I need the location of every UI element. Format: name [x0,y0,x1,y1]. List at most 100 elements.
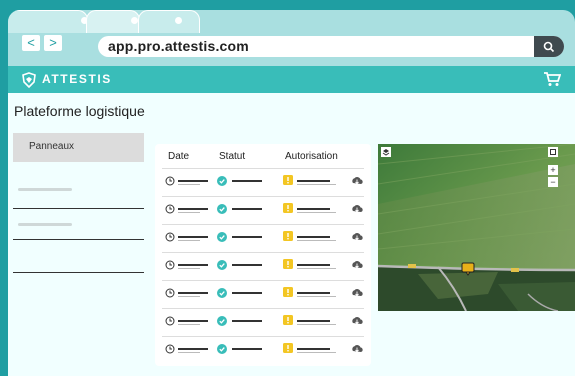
authorization-subline [297,240,336,241]
authorization-subline [297,296,336,297]
shipments-table: Date Statut Autorisation [155,144,371,366]
status-ok-icon [217,288,227,298]
status-placeholder[interactable] [232,208,262,210]
url-search-button[interactable] [534,36,564,57]
table-row-divider [162,308,364,309]
table-row-divider [162,280,364,281]
warning-icon [283,203,293,213]
clock-icon [165,176,175,186]
warning-icon [283,259,293,269]
table-row-divider [162,168,364,169]
browser-window: < > app.pro.attestis.com ATTESTIS Platef… [8,10,575,376]
map-zoom-in-button[interactable]: + [548,165,558,175]
column-header-status[interactable]: Statut [219,151,245,162]
app-header: ATTESTIS [8,66,575,93]
authorization-subline [297,352,336,353]
clock-icon [165,260,175,270]
date-placeholder[interactable] [178,348,208,350]
status-placeholder[interactable] [232,348,262,350]
table-row-divider [162,224,364,225]
address-bar[interactable]: app.pro.attestis.com [98,36,564,57]
status-placeholder[interactable] [232,180,262,182]
column-header-date[interactable]: Date [168,151,189,162]
authorization-subline [297,268,336,269]
download-icon[interactable] [351,232,363,242]
status-placeholder[interactable] [232,320,262,322]
authorization-subline [297,184,336,185]
map-marker-icon[interactable] [461,262,475,276]
date-placeholder[interactable] [178,208,208,210]
map-fullscreen-button[interactable] [548,147,558,157]
date-subline [178,268,200,269]
tab-dot [131,17,138,24]
authorization-placeholder[interactable] [297,348,330,350]
date-placeholder[interactable] [178,236,208,238]
authorization-placeholder[interactable] [297,236,330,238]
back-button[interactable]: < [22,35,40,51]
layers-icon [382,149,390,156]
warning-icon [283,287,293,297]
satellite-map[interactable]: + − [378,144,575,311]
status-placeholder[interactable] [232,292,262,294]
url-text: app.pro.attestis.com [108,38,249,54]
fullscreen-icon [550,149,556,155]
download-icon[interactable] [351,204,363,214]
status-ok-icon [217,232,227,242]
date-subline [178,184,200,185]
map-imagery [378,144,575,311]
authorization-placeholder[interactable] [297,180,330,182]
tab-dot [175,17,182,24]
date-subline [178,212,200,213]
sidebar-divider [13,208,144,209]
status-ok-icon [217,204,227,214]
sidebar-divider [13,239,144,240]
download-icon[interactable] [351,344,363,354]
sidebar-item-panneaux[interactable]: Panneaux [13,133,144,162]
browser-frame: < > app.pro.attestis.com ATTESTIS Platef… [0,0,575,376]
map-zoom-out-button[interactable]: − [548,177,558,187]
authorization-placeholder[interactable] [297,264,330,266]
date-subline [178,352,200,353]
date-placeholder[interactable] [178,264,208,266]
sidebar-item-placeholder[interactable] [18,188,72,191]
date-placeholder[interactable] [178,180,208,182]
sidebar-item-label: Panneaux [29,141,75,152]
status-placeholder[interactable] [232,236,262,238]
download-icon[interactable] [351,176,363,186]
download-icon[interactable] [351,316,363,326]
browser-tab-3[interactable] [138,10,200,33]
browser-tab-1[interactable] [8,10,88,33]
warning-icon [283,343,293,353]
search-icon [543,41,555,53]
status-ok-icon [217,344,227,354]
table-row-divider [162,336,364,337]
authorization-placeholder[interactable] [297,320,330,322]
download-icon[interactable] [351,260,363,270]
table-row-divider [162,196,364,197]
forward-button[interactable]: > [44,35,62,51]
clock-icon [165,232,175,242]
map-layers-button[interactable] [381,147,391,157]
clock-icon [165,288,175,298]
status-ok-icon [217,176,227,186]
clock-icon [165,316,175,326]
date-placeholder[interactable] [178,320,208,322]
date-placeholder[interactable] [178,292,208,294]
cart-icon[interactable] [543,71,561,87]
brand-name: ATTESTIS [42,72,112,86]
authorization-subline [297,324,336,325]
download-icon[interactable] [351,288,363,298]
sidebar-divider [13,272,144,273]
date-subline [178,324,200,325]
warning-icon [283,315,293,325]
column-header-authorization[interactable]: Autorisation [285,151,338,162]
shield-logo-icon [22,72,36,88]
sidebar-item-placeholder[interactable] [18,223,72,226]
authorization-subline [297,212,336,213]
status-placeholder[interactable] [232,264,262,266]
warning-icon [283,175,293,185]
authorization-placeholder[interactable] [297,208,330,210]
authorization-placeholder[interactable] [297,292,330,294]
table-row-divider [162,252,364,253]
browser-tab-2[interactable] [86,10,140,33]
